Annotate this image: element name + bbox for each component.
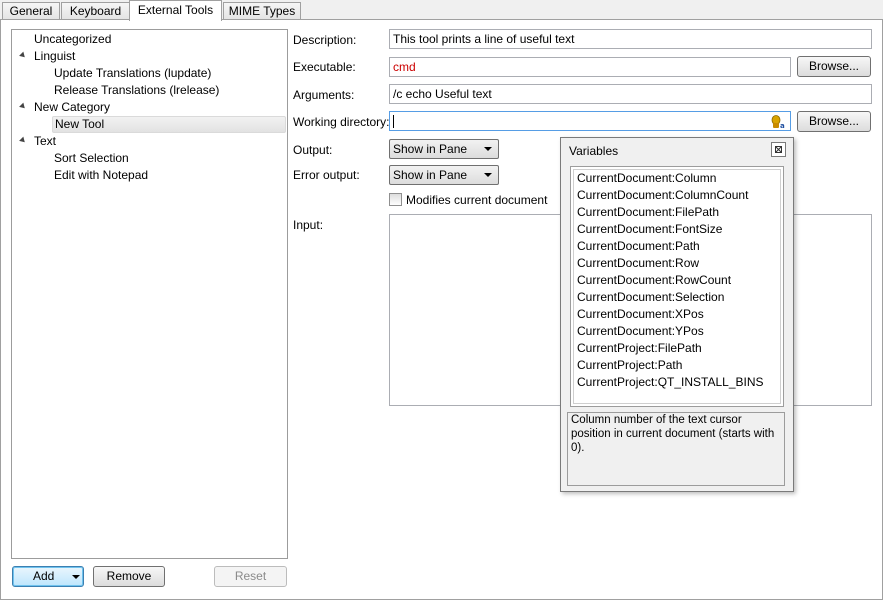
error-output-select[interactable]: Show in Pane	[389, 165, 499, 185]
tree-item-new-category[interactable]: New Category	[34, 99, 110, 116]
variable-item[interactable]: CurrentDocument:Selection	[577, 289, 724, 306]
expand-arrow-icon[interactable]	[19, 51, 27, 60]
variable-item[interactable]: CurrentDocument:XPos	[577, 306, 704, 323]
variables-chooser-icon[interactable]: a	[770, 114, 786, 130]
working-directory-label: Working directory:	[293, 115, 390, 129]
close-icon[interactable]	[771, 142, 786, 157]
error-output-label: Error output:	[293, 168, 360, 182]
variable-item[interactable]: CurrentDocument:Path	[577, 238, 700, 255]
variable-item[interactable]: CurrentDocument:FontSize	[577, 221, 722, 238]
tree-item-label: Linguist	[34, 49, 76, 63]
output-select-value: Show in Pane	[393, 142, 468, 156]
expand-arrow-icon[interactable]	[19, 136, 27, 145]
variable-item[interactable]: CurrentProject:QT_INSTALL_BINS	[577, 374, 764, 391]
executable-field[interactable]: cmd	[389, 57, 791, 77]
tree-item-label: Text	[34, 134, 57, 148]
tree-item-edit-with-notepad[interactable]: Edit with Notepad	[54, 167, 148, 184]
variable-description: Column number of the text cursor positio…	[567, 412, 785, 486]
text-cursor	[393, 115, 394, 128]
variables-list[interactable]: CurrentDocument:Column CurrentDocument:C…	[570, 166, 784, 407]
variable-item[interactable]: CurrentDocument:Row	[577, 255, 699, 272]
remove-button[interactable]: Remove	[93, 566, 165, 587]
variable-item[interactable]: CurrentDocument:FilePath	[577, 204, 719, 221]
variable-item[interactable]: CurrentDocument:ColumnCount	[577, 187, 748, 204]
variable-item[interactable]: CurrentProject:FilePath	[577, 340, 702, 357]
tree-item-new-tool[interactable]: New Tool	[52, 116, 286, 133]
variable-item[interactable]: CurrentProject:Path	[577, 357, 682, 374]
dropdown-arrow-icon	[484, 147, 492, 151]
browse-executable-button[interactable]: Browse...	[797, 56, 871, 77]
tree-item-sort-selection[interactable]: Sort Selection	[54, 150, 129, 167]
description-label: Description:	[293, 33, 357, 47]
executable-label: Executable:	[293, 60, 356, 74]
add-button-label: Add	[33, 569, 55, 583]
tree-item-linguist[interactable]: Linguist	[34, 48, 75, 65]
error-output-select-value: Show in Pane	[393, 168, 468, 182]
variable-item[interactable]: CurrentDocument:RowCount	[577, 272, 731, 289]
tools-tree[interactable]: Uncategorized Linguist Update Translatio…	[11, 29, 288, 559]
tree-item-label: Release Translations (lrelease)	[54, 83, 220, 97]
tab-keyboard[interactable]: Keyboard	[61, 2, 130, 20]
tree-item-update-translations[interactable]: Update Translations (lupdate)	[54, 65, 211, 82]
arguments-label: Arguments:	[293, 88, 355, 102]
tree-item-release-translations[interactable]: Release Translations (lrelease)	[54, 82, 219, 99]
expand-arrow-icon[interactable]	[19, 102, 27, 111]
svg-text:a: a	[780, 122, 785, 129]
add-button[interactable]: Add	[12, 566, 84, 587]
tree-item-label: Edit with Notepad	[54, 168, 149, 182]
tab-mime-types[interactable]: MIME Types	[223, 2, 301, 20]
tree-item-label: Sort Selection	[54, 151, 129, 165]
tab-external-tools[interactable]: External Tools	[129, 0, 222, 21]
tree-item-label: New Category	[34, 100, 111, 114]
tab-general[interactable]: General	[2, 2, 60, 20]
variables-popup: Variables CurrentDocument:Column Current…	[560, 137, 794, 492]
tree-item-text[interactable]: Text	[34, 133, 56, 150]
working-directory-field[interactable]: a	[389, 111, 791, 131]
arguments-field[interactable]: /c echo Useful text	[389, 84, 872, 104]
tree-item-label: Uncategorized	[34, 32, 112, 46]
browse-working-directory-button[interactable]: Browse...	[797, 111, 871, 132]
tab-bar: General Keyboard External Tools MIME Typ…	[0, 0, 883, 21]
description-field[interactable]: This tool prints a line of useful text	[389, 29, 872, 49]
tree-item-label: New Tool	[55, 117, 105, 131]
modifies-document-label[interactable]: Modifies current document	[406, 193, 547, 207]
input-label: Input:	[293, 218, 324, 232]
variable-item[interactable]: CurrentDocument:Column	[577, 170, 716, 187]
tree-item-label: Update Translations (lupdate)	[54, 66, 212, 80]
variables-popup-title: Variables	[569, 144, 619, 158]
tree-item-uncategorized[interactable]: Uncategorized	[34, 31, 111, 48]
dropdown-arrow-icon[interactable]	[72, 575, 80, 579]
variable-item[interactable]: CurrentDocument:YPos	[577, 323, 704, 340]
dropdown-arrow-icon	[484, 173, 492, 177]
modifies-document-checkbox[interactable]	[389, 193, 402, 206]
output-select[interactable]: Show in Pane	[389, 139, 499, 159]
output-label: Output:	[293, 143, 333, 157]
reset-button: Reset	[214, 566, 287, 587]
